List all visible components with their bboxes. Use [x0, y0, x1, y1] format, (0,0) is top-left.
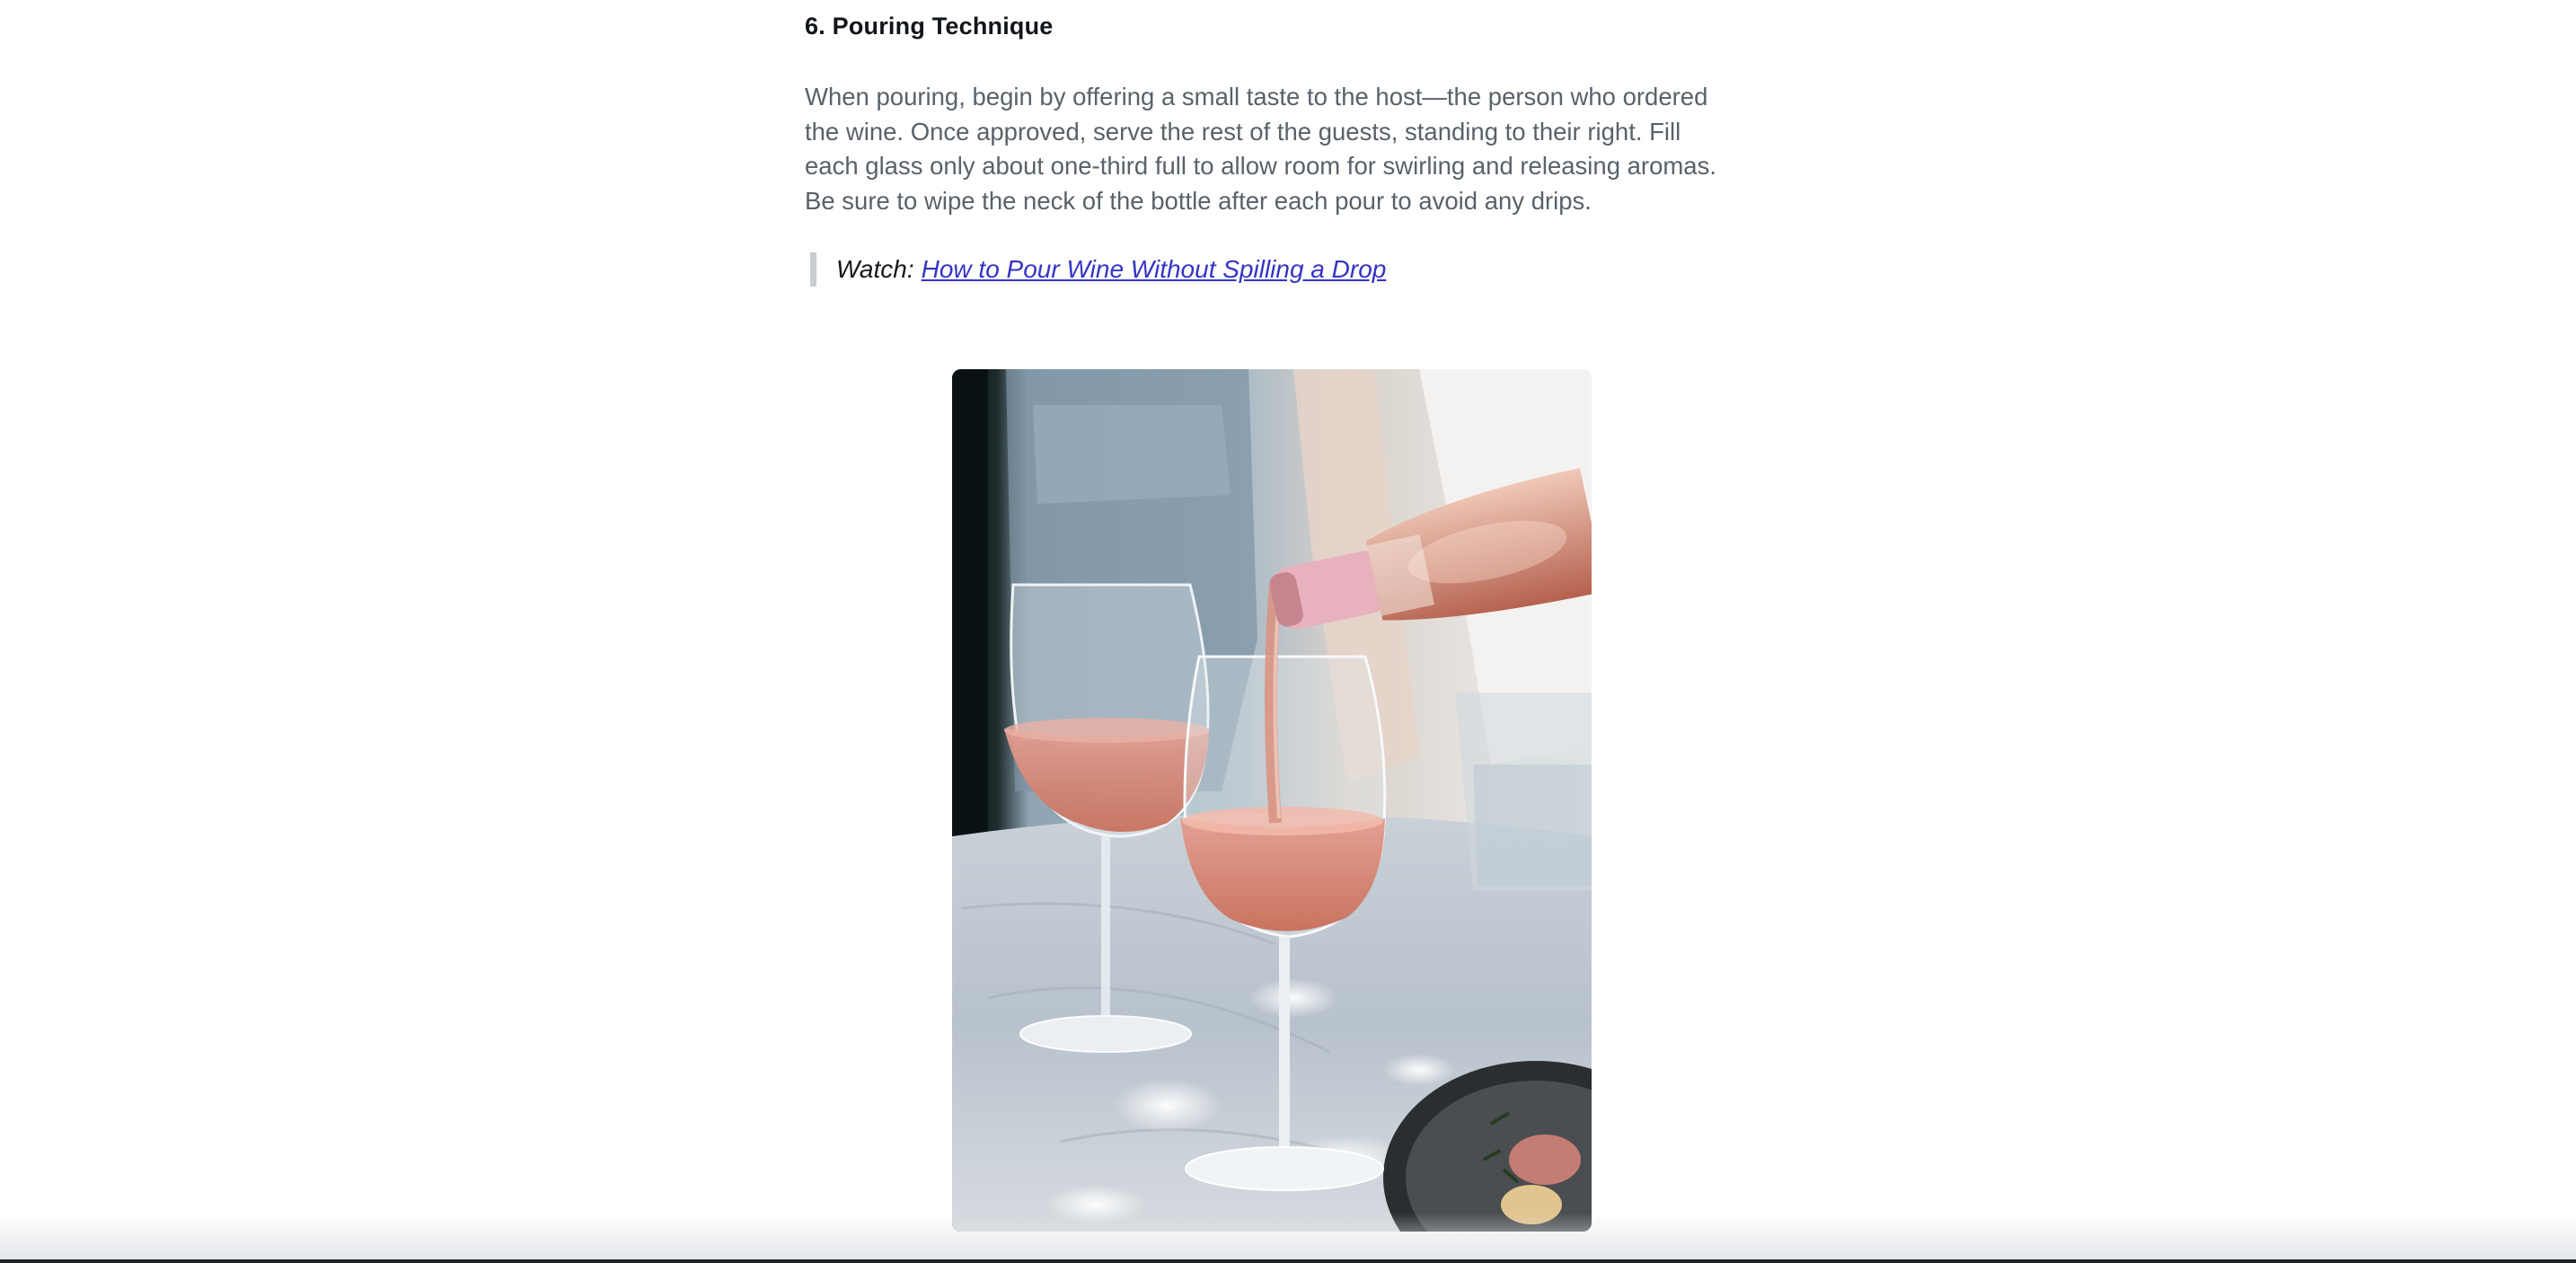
window-bottom-edge	[0, 1259, 2576, 1263]
watch-label: Watch:	[836, 255, 914, 283]
section-heading: 6. Pouring Technique	[805, 13, 1054, 40]
watch-blockquote: Watch: How to Pour Wine Without Spilling…	[810, 252, 1386, 287]
wine-pouring-illustration	[952, 369, 1592, 1232]
wine-pouring-photo	[952, 369, 1592, 1232]
watch-video-link[interactable]: How to Pour Wine Without Spilling a Drop	[922, 255, 1387, 284]
body-paragraph: When pouring, begin by offering a small …	[805, 83, 1716, 215]
